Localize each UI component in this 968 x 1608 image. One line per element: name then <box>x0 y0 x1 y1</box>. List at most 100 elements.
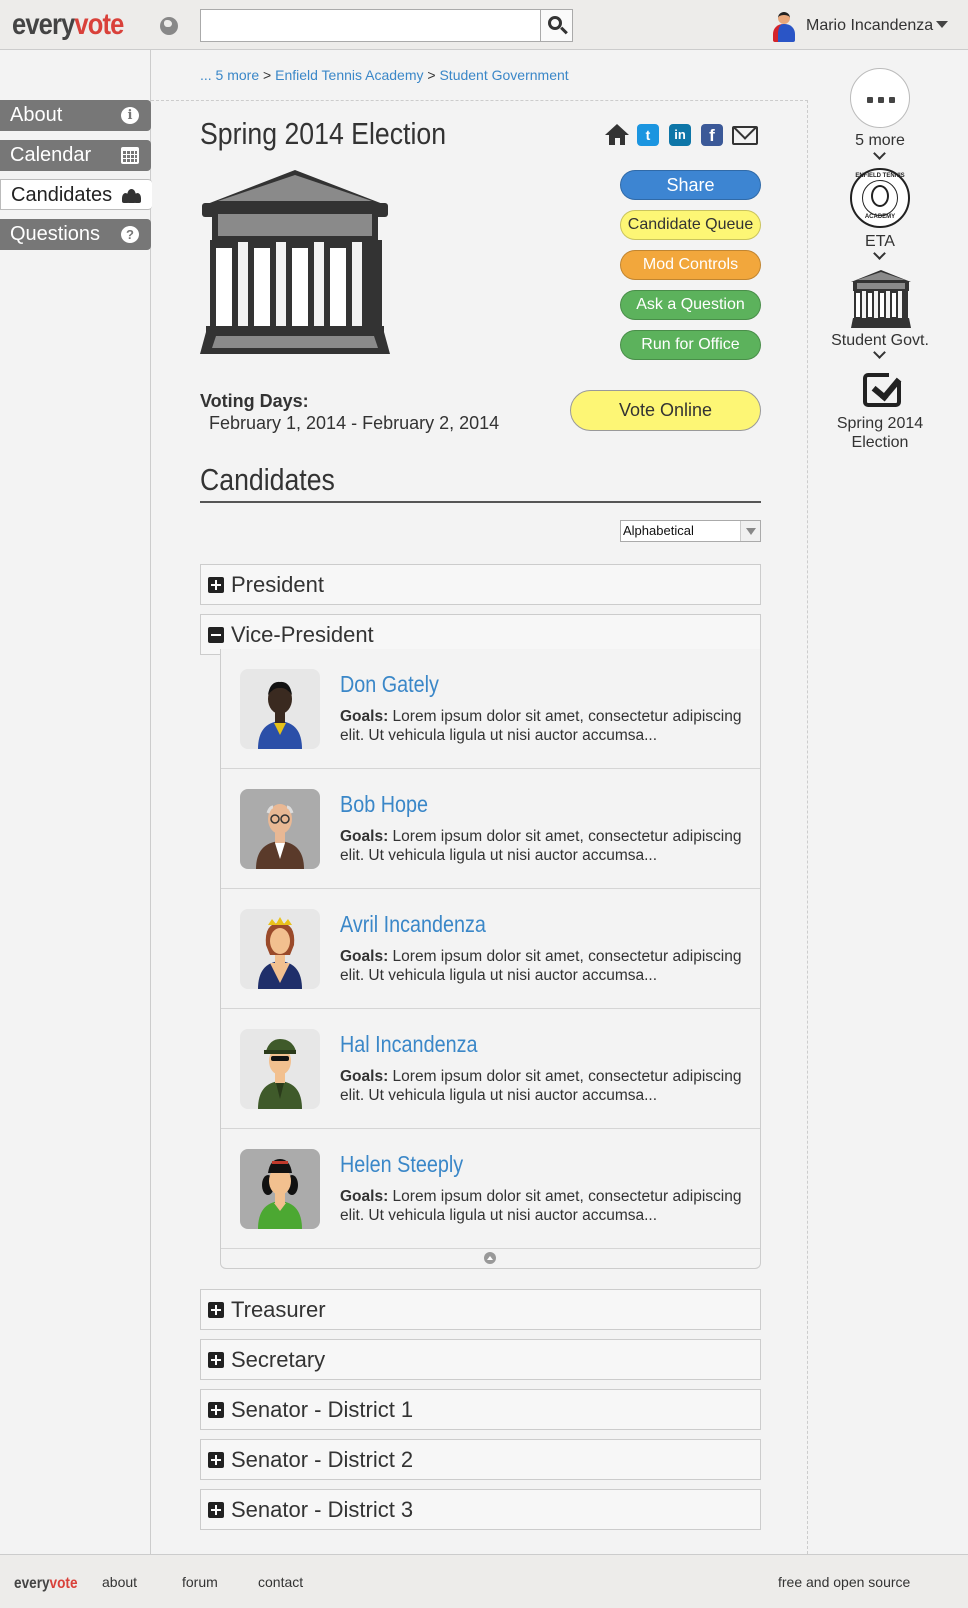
office-senator-district-1[interactable]: Senator - District 1 <box>200 1389 761 1430</box>
mail-icon[interactable] <box>732 126 758 145</box>
group-icon <box>122 187 141 204</box>
expand-icon <box>208 1352 224 1368</box>
sort-select-value: Alphabetical <box>623 523 694 538</box>
run-for-office-button[interactable]: Run for Office <box>620 330 761 360</box>
page-title: Spring 2014 Election <box>200 116 447 151</box>
checkbox-icon[interactable] <box>863 369 903 407</box>
expand-icon <box>208 1452 224 1468</box>
top-bar: everyvote Mario Incandenza <box>0 0 968 50</box>
candidate-name[interactable]: Helen Steeply <box>340 1151 463 1178</box>
vote-online-button[interactable]: Vote Online <box>570 390 761 431</box>
candidate-avatar <box>240 669 320 749</box>
office-treasurer[interactable]: Treasurer <box>200 1289 761 1330</box>
more-ancestors-button[interactable] <box>850 68 910 128</box>
candidate-goals: Goals: Lorem ipsum dolor sit amet, conse… <box>340 948 742 984</box>
candidate-name[interactable]: Avril Incandenza <box>340 911 486 938</box>
office-label: President <box>231 572 324 597</box>
breadcrumb: ... 5 more > Enfield Tennis Academy > St… <box>200 67 569 83</box>
breadcrumb-more[interactable]: ... 5 more <box>200 67 259 83</box>
office-label: Senator - District 3 <box>231 1497 414 1522</box>
office-label: Treasurer <box>231 1297 326 1322</box>
candidate-avatar <box>240 1149 320 1229</box>
mod-controls-button[interactable]: Mod Controls <box>620 250 761 280</box>
globe-icon[interactable] <box>160 17 178 35</box>
candidate-name[interactable]: Hal Incandenza <box>340 1031 477 1058</box>
nav-item-label: Calendar <box>10 144 92 166</box>
expand-icon <box>208 577 224 593</box>
breadcrumb-separator: > <box>263 67 272 83</box>
everyvote-logo[interactable]: everyvote <box>12 8 124 42</box>
home-icon[interactable] <box>605 124 629 148</box>
government-building-icon <box>200 170 390 354</box>
candidates-heading: Candidates <box>200 462 761 503</box>
calendar-icon <box>121 147 139 164</box>
office-senator-district-2[interactable]: Senator - District 2 <box>200 1439 761 1480</box>
share-button[interactable]: Share <box>620 170 761 200</box>
expand-icon <box>208 1302 224 1318</box>
voting-days-label: Voting Days: <box>200 391 309 411</box>
search-button[interactable] <box>540 9 573 42</box>
nav-item-calendar[interactable]: Calendar <box>0 140 151 171</box>
breadcrumb-item-student-government[interactable]: Student Government <box>439 67 568 83</box>
breadcrumb-item-eta[interactable]: Enfield Tennis Academy <box>275 67 423 83</box>
ask-question-button[interactable]: Ask a Question <box>620 290 761 320</box>
candidate-goals: Goals: Lorem ipsum dolor sit amet, conse… <box>340 1188 742 1224</box>
twitter-icon[interactable]: t <box>637 124 659 146</box>
eta-logo[interactable]: ENFIELD TENNIS ACADEMY <box>850 168 910 228</box>
footer: everyvote about forum contact free and o… <box>0 1554 968 1608</box>
candidate-goals: Goals: Lorem ipsum dolor sit amet, conse… <box>340 1068 742 1104</box>
candidate-card[interactable]: Don Gately Goals: Lorem ipsum dolor sit … <box>221 649 760 769</box>
election-label[interactable]: Spring 2014 Election <box>808 414 952 452</box>
nav-item-about[interactable]: About i <box>0 100 151 131</box>
hierarchy-sidebar: 5 more ENFIELD TENNIS ACADEMY ETA Studen… <box>808 50 968 1554</box>
office-label: Secretary <box>231 1347 326 1372</box>
candidate-card[interactable]: Avril Incandenza Goals: Lorem ipsum dolo… <box>221 889 760 1009</box>
office-label: Senator - District 2 <box>231 1447 414 1472</box>
office-label: Vice-President <box>231 622 374 647</box>
candidate-goals: Goals: Lorem ipsum dolor sit amet, conse… <box>340 708 742 744</box>
footer-tagline[interactable]: free and open source <box>778 1574 910 1590</box>
chevron-down-icon <box>740 521 760 541</box>
student-govt-icon[interactable] <box>851 270 911 330</box>
candidate-queue-button[interactable]: Candidate Queue <box>620 210 761 240</box>
candidate-name[interactable]: Don Gately <box>340 671 439 698</box>
office-senator-district-3[interactable]: Senator - District 3 <box>200 1489 761 1530</box>
candidate-card[interactable]: Hal Incandenza Goals: Lorem ipsum dolor … <box>221 1009 760 1129</box>
user-name[interactable]: Mario Incandenza <box>806 17 933 35</box>
voting-days-dates: February 1, 2014 - February 2, 2014 <box>209 413 500 433</box>
facebook-icon[interactable]: f <box>701 124 723 146</box>
expand-icon <box>208 1502 224 1518</box>
nav-item-label: Candidates <box>11 184 113 206</box>
candidate-goals: Goals: Lorem ipsum dolor sit amet, conse… <box>340 828 742 864</box>
info-icon: i <box>121 107 139 124</box>
left-navigation: About i Calendar Candidates Questions ? <box>0 50 152 1554</box>
candidate-avatar <box>240 1029 320 1109</box>
help-icon: ? <box>121 226 139 243</box>
search-input[interactable] <box>200 9 541 42</box>
footer-about-link[interactable]: about <box>102 1574 137 1590</box>
footer-logo[interactable]: everyvote <box>14 1575 78 1593</box>
collapse-icon <box>208 627 224 643</box>
sort-select[interactable]: Alphabetical <box>620 520 761 542</box>
breadcrumb-separator: > <box>427 67 436 83</box>
nav-item-candidates[interactable]: Candidates <box>0 179 152 210</box>
linkedin-icon[interactable]: in <box>669 124 691 146</box>
candidate-card[interactable]: Bob Hope Goals: Lorem ipsum dolor sit am… <box>221 769 760 889</box>
user-avatar[interactable] <box>772 12 796 42</box>
footer-forum-link[interactable]: forum <box>182 1574 218 1590</box>
expand-icon <box>208 1402 224 1418</box>
collapse-list-icon[interactable] <box>484 1252 496 1264</box>
office-president[interactable]: President <box>200 564 761 605</box>
vice-president-candidate-list: Don Gately Goals: Lorem ipsum dolor sit … <box>220 649 761 1269</box>
user-menu-caret-icon[interactable] <box>936 21 948 28</box>
nav-item-label: About <box>10 104 63 126</box>
candidate-avatar <box>240 789 320 869</box>
nav-item-questions[interactable]: Questions ? <box>0 219 151 250</box>
candidate-avatar <box>240 909 320 989</box>
office-label: Senator - District 1 <box>231 1397 414 1422</box>
footer-contact-link[interactable]: contact <box>258 1574 303 1590</box>
candidate-name[interactable]: Bob Hope <box>340 791 428 818</box>
candidate-card[interactable]: Helen Steeply Goals: Lorem ipsum dolor s… <box>221 1129 760 1249</box>
office-secretary[interactable]: Secretary <box>200 1339 761 1380</box>
nav-item-label: Questions <box>10 223 101 245</box>
